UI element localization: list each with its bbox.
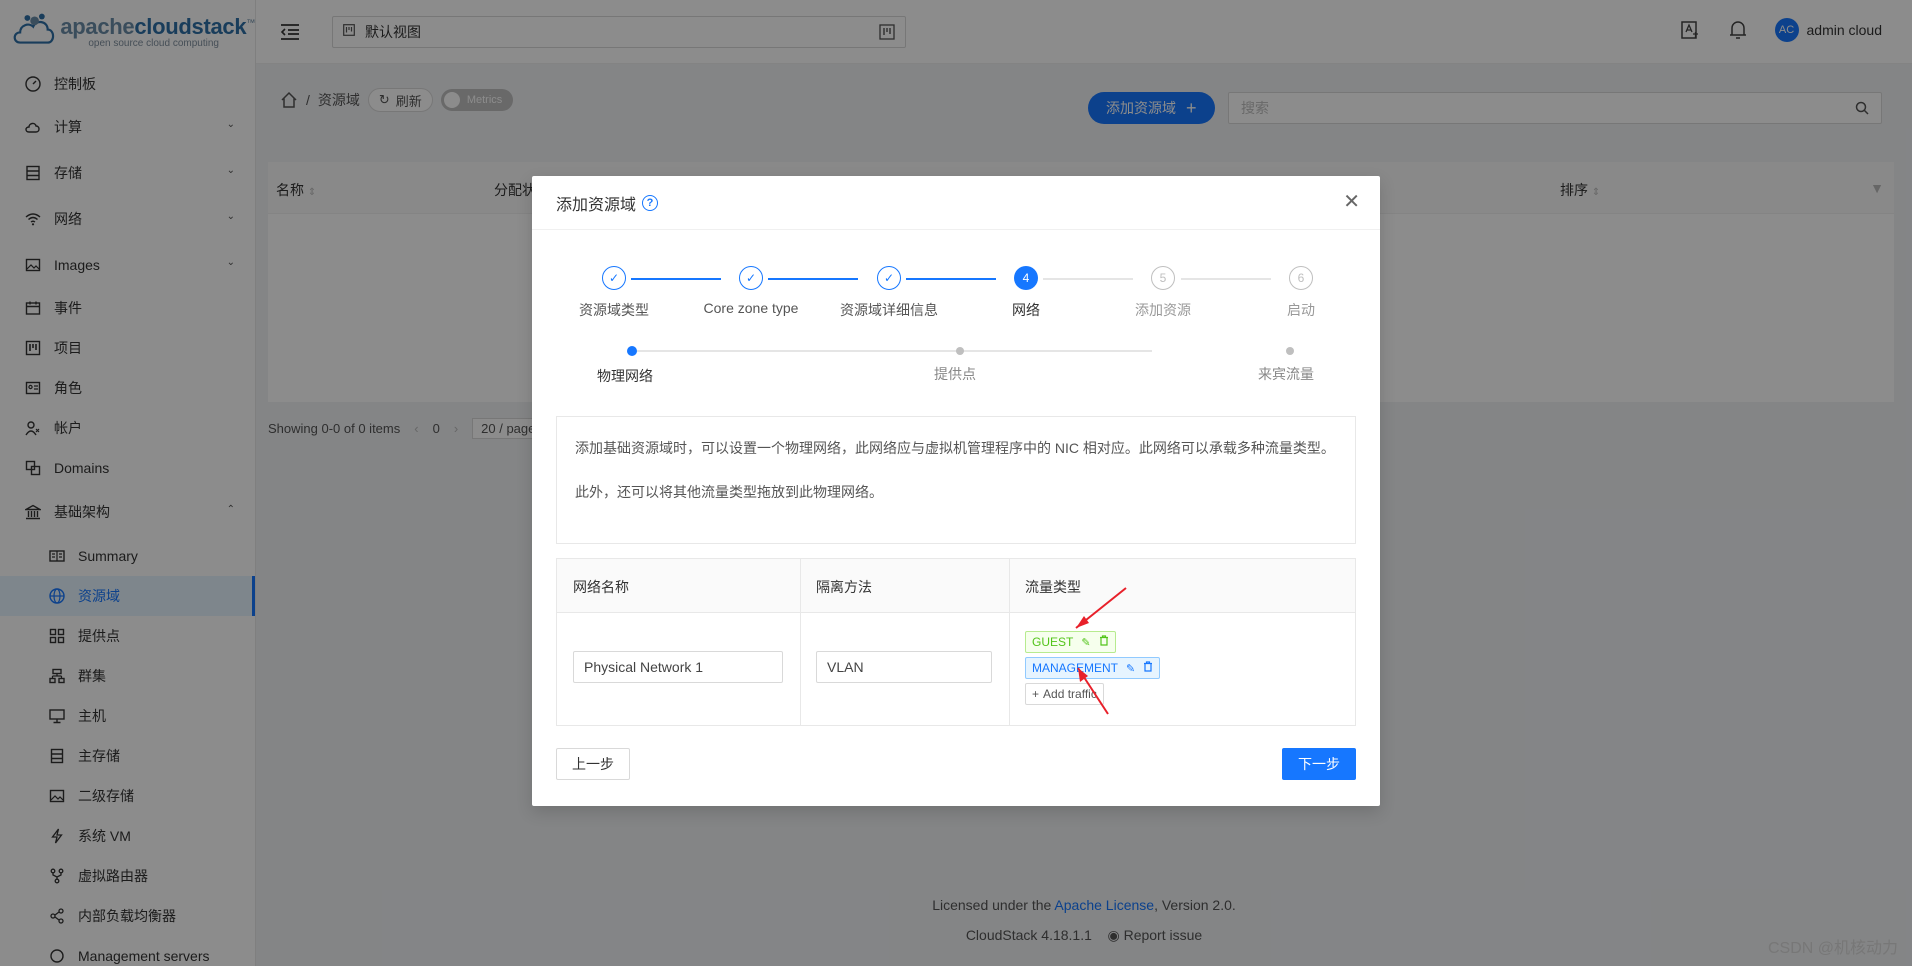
check-icon: ✓ (739, 266, 763, 290)
step-zone-type: ✓ 资源域类型 (539, 266, 689, 320)
traffic-label: GUEST (1032, 635, 1074, 649)
step-zone-details: ✓ 资源域详细信息 (814, 266, 964, 320)
add-zone-dialog: 添加资源域 ? ✕ ✓ 资源域类型 ✓ Core zone type ✓ 资源域… (532, 176, 1380, 806)
substep-track (632, 350, 1152, 352)
step-label: 资源域详细信息 (840, 302, 938, 318)
annotation-arrows (1075, 587, 1127, 715)
step-label: 添加资源 (1135, 302, 1191, 318)
question-circle-icon[interactable]: ? (642, 194, 659, 211)
plus-icon: + (1032, 687, 1040, 701)
info-text: 此外，还可以将其他流量类型拖放到此物理网络。 (575, 484, 883, 500)
step-core-zone-type: ✓ Core zone type (676, 266, 826, 316)
info-text: 添加基础资源域时，可以设置一个物理网络，此网络应与虚拟机管理程序中的 NIC 相… (575, 440, 1335, 456)
check-icon: ✓ (877, 266, 901, 290)
step-number: 6 (1289, 266, 1313, 290)
substep-dot (956, 347, 964, 355)
dialog-title: 添加资源域 (556, 196, 637, 214)
substep-guest-traffic[interactable]: 来宾流量 (1258, 364, 1314, 384)
wizard-steps: ✓ 资源域类型 ✓ Core zone type ✓ 资源域详细信息 4 网络 … (532, 266, 1380, 326)
column-header-network-name: 网络名称 (573, 579, 629, 595)
step-network: 4 网络 (951, 266, 1101, 320)
watermark: CSDN @机核动力 (1767, 940, 1898, 957)
next-button[interactable]: 下一步 (1282, 748, 1356, 780)
isolation-method-input[interactable]: VLAN (816, 651, 992, 683)
column-header-isolation: 隔离方法 (816, 579, 872, 595)
substep-dot-active (627, 346, 637, 356)
info-box: 添加基础资源域时，可以设置一个物理网络，此网络应与虚拟机管理程序中的 NIC 相… (556, 416, 1356, 544)
step-label: 网络 (1012, 302, 1040, 318)
step-number: 5 (1151, 266, 1175, 290)
step-launch: 6 启动 (1226, 266, 1376, 320)
table-header: 网络名称 隔离方法 流量类型 (557, 559, 1355, 613)
step-label: Core zone type (703, 300, 799, 316)
previous-button[interactable]: 上一步 (556, 748, 630, 780)
dialog-header: 添加资源域 ? ✕ (532, 176, 1380, 230)
substep-pod[interactable]: 提供点 (934, 364, 976, 384)
step-label: 启动 (1287, 302, 1315, 318)
network-substeps: 物理网络 提供点 来宾流量 (532, 346, 1380, 406)
physical-network-table: 网络名称 隔离方法 流量类型 Physical Network 1 VLAN G… (556, 558, 1356, 726)
step-number: 4 (1014, 266, 1038, 290)
table-row: Physical Network 1 VLAN GUEST ✎ MANAGEME… (557, 613, 1355, 725)
close-icon[interactable]: ✕ (1343, 192, 1360, 212)
step-add-resources: 5 添加资源 (1088, 266, 1238, 320)
substep-dot (1286, 347, 1294, 355)
check-icon: ✓ (602, 266, 626, 290)
network-name-input[interactable]: Physical Network 1 (573, 651, 783, 683)
step-label: 资源域类型 (579, 302, 649, 318)
substep-physical-network[interactable]: 物理网络 (597, 366, 653, 386)
